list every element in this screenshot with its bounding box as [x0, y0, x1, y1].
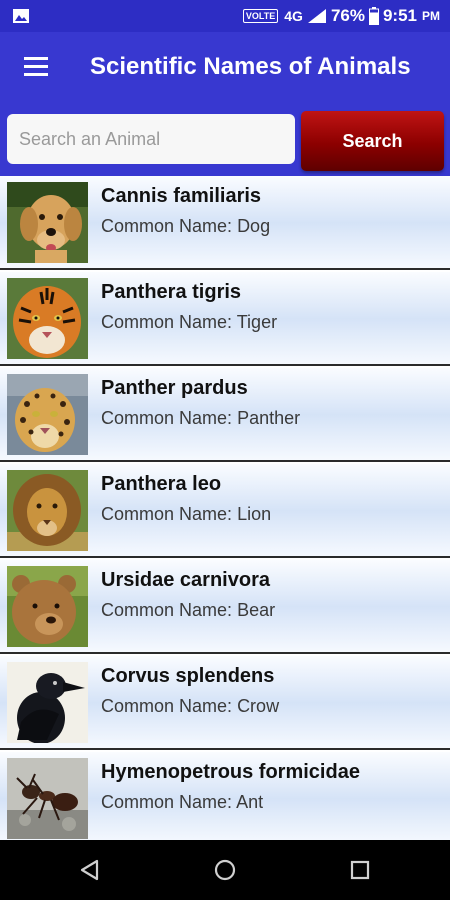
common-name-value: Ant	[236, 792, 264, 812]
app-title: Scientific Names of Animals	[90, 53, 411, 80]
common-name-value: Crow	[237, 696, 280, 716]
common-name: Common Name: Crow	[101, 696, 279, 717]
common-name: Common Name: Lion	[101, 504, 271, 525]
navigation-bar	[0, 840, 450, 900]
list-item[interactable]: Hymenopetrous formicidae Common Name: An…	[0, 752, 450, 840]
list-item[interactable]: Panthera leo Common Name: Lion	[0, 464, 450, 558]
network-type: 4G	[284, 8, 303, 24]
list-item[interactable]: Panthera tigris Common Name: Tiger	[0, 272, 450, 366]
app-bar: Scientific Names of Animals	[0, 32, 450, 102]
battery-icon	[368, 7, 379, 25]
common-name-label: Common Name:	[101, 696, 233, 716]
tiger-photo	[7, 278, 88, 359]
lion-photo	[7, 470, 88, 551]
common-name-value: Panther	[237, 408, 301, 428]
common-name-label: Common Name:	[101, 600, 233, 620]
image-notification-icon	[13, 9, 29, 23]
common-name: Common Name: Dog	[101, 216, 270, 237]
common-name-value: Bear	[237, 600, 276, 620]
dog-photo	[7, 182, 88, 263]
common-name-value: Tiger	[236, 312, 278, 332]
clock-ampm: PM	[422, 9, 440, 23]
status-bar: VOLTE 4G 76% 9:51 PM	[0, 0, 450, 32]
recents-icon[interactable]	[346, 856, 374, 884]
clock-time: 9:51	[382, 6, 417, 25]
animal-list[interactable]: Cannis familiaris Common Name: Dog Panth…	[0, 176, 450, 840]
common-name: Common Name: Bear	[101, 600, 275, 621]
hamburger-menu-icon[interactable]	[22, 54, 50, 80]
crow-photo	[7, 662, 88, 743]
leopard-photo	[7, 374, 88, 455]
common-name-label: Common Name:	[101, 408, 233, 428]
ant-photo	[7, 758, 88, 839]
list-item[interactable]: Panther pardus Common Name: Panther	[0, 368, 450, 462]
scientific-name: Ursidae carnivora	[101, 569, 270, 591]
common-name-value: Lion	[237, 504, 272, 524]
scientific-name: Hymenopetrous formicidae	[101, 761, 360, 783]
scientific-name: Panthera tigris	[101, 281, 242, 303]
scientific-name: Panther pardus	[101, 377, 248, 399]
scientific-name: Cannis familiaris	[101, 185, 262, 207]
search-button[interactable]: Search	[301, 111, 444, 171]
home-icon[interactable]	[211, 856, 239, 884]
scientific-name: Panthera leo	[101, 473, 222, 495]
list-item[interactable]: Cannis familiaris Common Name: Dog	[0, 176, 450, 270]
bear-photo	[7, 566, 88, 647]
common-name: Common Name: Tiger	[101, 312, 277, 333]
common-name: Common Name: Ant	[101, 792, 263, 813]
common-name-value: Dog	[237, 216, 271, 236]
status-indicators: VOLTE 4G 76% 9:51 PM	[242, 0, 440, 32]
search-input[interactable]	[7, 114, 295, 164]
search-bar: Search	[0, 102, 450, 176]
volte-badge: VOLTE	[242, 9, 279, 23]
common-name-label: Common Name:	[101, 216, 233, 236]
battery-percent: 76%	[330, 6, 365, 25]
back-icon[interactable]	[76, 856, 104, 884]
list-item[interactable]: Ursidae carnivora Common Name: Bear	[0, 560, 450, 654]
common-name-label: Common Name:	[101, 312, 233, 332]
list-item[interactable]: Corvus splendens Common Name: Crow	[0, 656, 450, 750]
common-name-label: Common Name:	[101, 504, 233, 524]
common-name: Common Name: Panther	[101, 408, 300, 429]
app-screen: VOLTE 4G 76% 9:51 PM Scientific Names of…	[0, 0, 450, 900]
signal-icon	[307, 9, 326, 23]
common-name-label: Common Name:	[101, 792, 233, 812]
scientific-name: Corvus splendens	[101, 665, 275, 687]
